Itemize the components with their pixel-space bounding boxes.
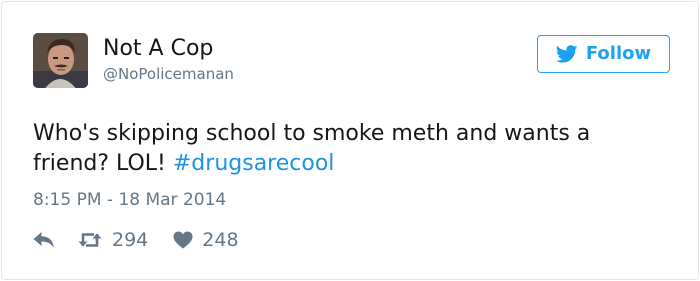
author-display-name[interactable]: Not A Cop [103,36,213,62]
avatar-photo [33,33,88,88]
tweet-actions: 294 248 [33,228,239,252]
author-username[interactable]: @NoPolicemanan [103,64,234,84]
hashtag-link[interactable]: #drugsarecool [173,151,335,176]
reply-button[interactable] [33,231,55,249]
retweet-icon [78,233,102,247]
twitter-bird-icon [555,45,578,63]
tweet-timestamp[interactable]: 8:15 PM - 18 Mar 2014 [33,190,226,210]
follow-button[interactable]: Follow [537,35,670,73]
like-button[interactable]: 248 [173,229,239,251]
tweet-card: Not A Cop @NoPolicemanan Follow Who's sk… [1,1,699,280]
retweet-button[interactable]: 294 [77,229,148,251]
retweet-count: 294 [112,229,149,251]
reply-icon [33,232,54,248]
follow-button-label: Follow [585,43,652,64]
tweet-text: Who's skipping school to smoke meth and … [33,119,673,179]
heart-icon [173,231,193,249]
avatar[interactable] [33,33,88,88]
like-count: 248 [202,229,239,251]
